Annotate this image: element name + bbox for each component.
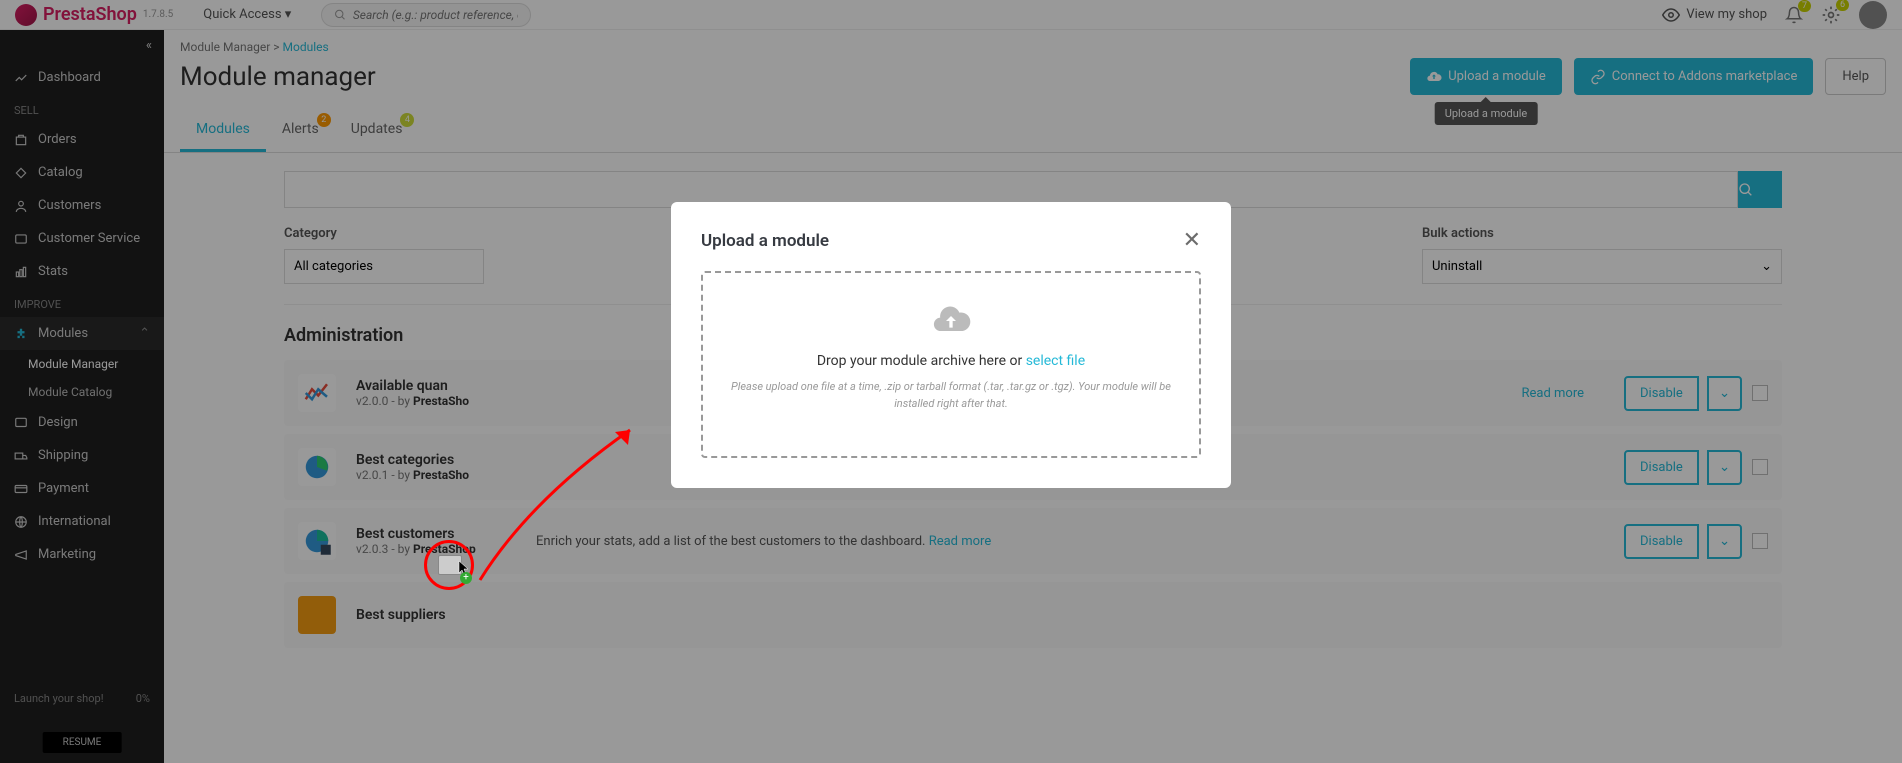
select-file-link[interactable]: select file — [1026, 353, 1085, 369]
dropzone-hint: Please upload one file at a time, .zip o… — [723, 379, 1179, 412]
dropzone-text: Drop your module archive here or select … — [723, 353, 1179, 369]
cloud-upload-icon — [922, 301, 980, 341]
upload-modal: Upload a module ✕ Drop your module archi… — [671, 202, 1231, 488]
plus-icon: + — [460, 572, 472, 584]
modal-title: Upload a module — [701, 231, 829, 251]
dropzone[interactable]: Drop your module archive here or select … — [701, 271, 1201, 458]
modal-overlay[interactable]: Upload a module ✕ Drop your module archi… — [0, 0, 1902, 763]
close-icon[interactable]: ✕ — [1183, 228, 1201, 253]
